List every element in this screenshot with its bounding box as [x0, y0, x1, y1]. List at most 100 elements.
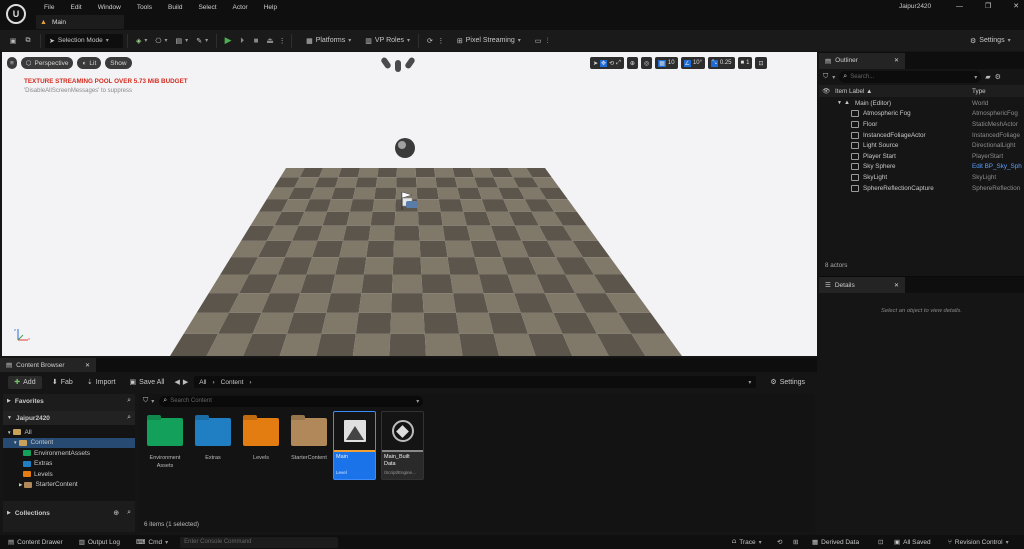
filter-icon[interactable]: ⛉ — [143, 397, 148, 405]
visibility-column-icon[interactable]: 👁 — [822, 87, 830, 95]
step-icon[interactable]: ⏵ — [235, 36, 249, 46]
add-actor-button[interactable]: ◈ ▾ — [132, 33, 151, 49]
perspective-button[interactable]: ⬡ Perspective — [20, 57, 74, 69]
all-saved-button[interactable]: ▣ All Saved — [890, 536, 935, 548]
content-search-input[interactable]: ⌕ Search Content ▾ — [159, 395, 424, 407]
back-icon[interactable]: ◀ — [174, 378, 179, 386]
maximize-icon[interactable]: ❐ — [985, 2, 991, 10]
lit-button[interactable]: ◐ Lit — [77, 57, 102, 69]
save-icon[interactable]: ▣ — [6, 37, 20, 45]
pixel-streaming-button[interactable]: ⊞ Pixel Streaming ▾ — [453, 33, 525, 49]
folder-tree-item[interactable]: EnvironmentAssets — [3, 448, 135, 459]
camera-speed-button[interactable]: ■ 1 — [737, 57, 753, 69]
expand-arrow-icon[interactable]: ▼ — [13, 440, 17, 445]
settings-button[interactable]: ⚙ Settings ▾ — [966, 33, 1015, 49]
menu-item-edit[interactable]: Edit — [62, 4, 89, 11]
outliner-row[interactable]: Sky Sphere Edit BP_Sky_Sph — [819, 162, 1024, 173]
rotate-icon[interactable]: ⟲ — [609, 60, 614, 67]
more-options-icon[interactable]: ⋮ — [277, 37, 287, 45]
menu-item-window[interactable]: Window — [90, 4, 129, 11]
search-icon[interactable]: ⌕ — [127, 414, 131, 422]
search-icon[interactable]: ⌕ — [127, 509, 131, 517]
level-tab[interactable]: ▲ Main — [36, 15, 124, 29]
revision-control-button[interactable]: ⑂ Revision Control ▾ — [944, 536, 1013, 548]
folder-tree-item[interactable]: ▶ StarterContent — [3, 480, 135, 491]
outliner-search-input[interactable]: ⌕ Search... ▾ — [839, 71, 982, 83]
sky-sphere-object[interactable] — [395, 138, 415, 158]
stop-icon[interactable]: ■ — [249, 36, 263, 45]
unreal-logo-icon[interactable]: U — [6, 4, 26, 24]
light-source-object[interactable] — [380, 56, 416, 72]
add-folder-icon[interactable]: ▰ — [985, 73, 990, 81]
menu-item-help[interactable]: Help — [256, 4, 285, 11]
rotation-snap-button[interactable]: ∠ 10° — [680, 57, 706, 69]
outliner-row[interactable]: InstancedFoliageActor InstancedFoliage — [819, 130, 1024, 141]
menu-item-tools[interactable]: Tools — [129, 4, 160, 11]
content-drawer-button[interactable]: ▤ Content Drawer — [4, 536, 67, 548]
details-tab[interactable]: ☰ Details ✕ — [819, 277, 905, 293]
surface-snap-button[interactable]: ◎ — [640, 57, 653, 69]
expand-arrow-icon[interactable]: ▶ — [19, 482, 22, 488]
collections-header[interactable]: ▶ Collections ⊕ ⌕ — [3, 506, 135, 520]
minimize-icon[interactable]: — — [956, 3, 963, 10]
blueprints-button[interactable]: ⎔ ▾ — [151, 33, 171, 49]
chevron-down-icon[interactable]: ▾ — [748, 379, 751, 386]
add-button[interactable]: ✚ Add — [8, 375, 42, 389]
menu-item-select[interactable]: Select — [190, 4, 224, 11]
notification-icon[interactable]: ⊡ — [878, 538, 883, 546]
console-input[interactable]: Enter Console Command — [180, 536, 339, 548]
outliner-root-row[interactable]: ▼ ▲ Main (Editor) World — [819, 98, 1024, 109]
expand-arrow-icon[interactable]: ▼ — [837, 100, 842, 106]
filter-icon[interactable]: ⛉ — [823, 73, 828, 81]
grid-snap-button[interactable]: ▦ 10 — [655, 57, 678, 69]
menu-item-file[interactable]: File — [36, 4, 62, 11]
asset-card[interactable]: Main Level — [333, 411, 376, 480]
folder-tree-item[interactable]: ▼ Content — [3, 437, 135, 448]
checker-floor[interactable] — [170, 168, 682, 356]
monitor-button[interactable]: ▭ ⋮ — [531, 33, 555, 49]
settings-icon[interactable]: ⚙ — [995, 73, 1001, 81]
close-icon[interactable]: ✕ — [1013, 2, 1019, 10]
play-icon[interactable]: ▶ — [221, 35, 235, 46]
add-collection-icon[interactable]: ⊕ — [113, 509, 119, 517]
outliner-row[interactable]: SphereReflectionCapture SphereReflection — [819, 183, 1024, 194]
outliner-row[interactable]: Player Start PlayerStart — [819, 151, 1024, 162]
menu-item-build[interactable]: Build — [160, 4, 190, 11]
breadcrumb-all[interactable]: All — [199, 379, 206, 386]
import-button[interactable]: ⇣ Import — [83, 374, 120, 390]
item-label-column[interactable]: Item Label ▲ — [835, 88, 872, 95]
scale-icon[interactable]: ⤢ — [616, 60, 621, 67]
breadcrumb-content[interactable]: Content — [221, 379, 244, 386]
source-control-icon[interactable]: ⧉ — [20, 37, 36, 45]
asset-card[interactable]: Main_Built Data/Script/Engine... — [381, 411, 424, 480]
project-header[interactable]: ▼ Jaipur2420 ⌕ — [3, 411, 135, 425]
viewport-menu-button[interactable]: ≡ — [7, 57, 17, 69]
forward-icon[interactable]: ▶ — [183, 378, 188, 386]
save-all-button[interactable]: ▣ Save All — [126, 374, 169, 390]
folder-tree-item[interactable]: ▼ All — [3, 427, 135, 438]
coordinate-space-button[interactable]: ⊕ — [626, 57, 638, 69]
eject-icon[interactable]: ⏏ — [263, 36, 277, 45]
show-button[interactable]: Show — [105, 57, 132, 69]
cinematics-button[interactable]: ▤ ▾ — [172, 33, 193, 49]
outliner-row[interactable]: Light Source DirectionalLight — [819, 140, 1024, 151]
folder-tile[interactable]: Levels — [240, 418, 282, 462]
folder-tile[interactable]: Extras — [192, 418, 234, 462]
outliner-row[interactable]: Floor StaticMeshActor — [819, 119, 1024, 130]
move-icon[interactable]: ✥ — [600, 59, 608, 67]
close-icon[interactable]: ✕ — [894, 57, 899, 64]
fab-button[interactable]: ⬇ Fab — [48, 374, 77, 390]
outliner-tab[interactable]: ▤ Outliner ✕ — [819, 52, 905, 69]
more-options-icon[interactable]: ⋮ — [437, 37, 445, 45]
folder-tree-item[interactable]: Extras — [3, 459, 135, 470]
modes-button[interactable]: ✎ ▾ — [192, 33, 212, 49]
outliner-item-type[interactable]: Edit BP_Sky_Sph — [972, 163, 1024, 170]
folder-tree-item[interactable]: Levels — [3, 469, 135, 480]
outliner-row[interactable]: Atmospheric Fog AtmosphericFog — [819, 109, 1024, 120]
refresh-button[interactable]: ⟳ — [423, 33, 437, 49]
favorites-header[interactable]: ▶ Favorites ⌕ — [3, 394, 135, 408]
selection-mode-dropdown[interactable]: ➤ Selection Mode ▾ — [45, 33, 123, 48]
folder-tile[interactable]: StarterContent — [288, 418, 330, 462]
scale-snap-button[interactable]: ⤡ 0.25 — [708, 57, 735, 69]
cmd-button[interactable]: ⌨ Cmd ▾ — [132, 536, 172, 548]
